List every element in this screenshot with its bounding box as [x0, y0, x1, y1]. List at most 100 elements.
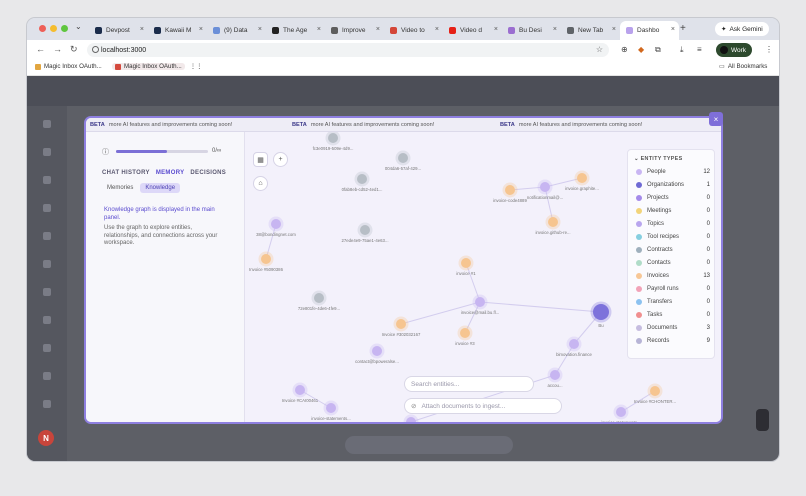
- tab-close-icon[interactable]: ×: [376, 26, 380, 33]
- graph-node[interactable]: 004da6-57af-429...: [385, 150, 421, 172]
- all-bookmarks[interactable]: ▭ All Bookmarks: [719, 63, 767, 70]
- graph-node[interactable]: contact@bpoweralse...: [355, 343, 399, 365]
- zoom-in-icon[interactable]: +: [273, 152, 288, 167]
- reload-icon[interactable]: ↻: [70, 44, 78, 55]
- site-info-icon[interactable]: [92, 46, 99, 53]
- graph-node[interactable]: invoice@mail.bu.fl...: [461, 294, 500, 316]
- tab-close-icon[interactable]: ×: [435, 26, 439, 33]
- menu-kebab-icon[interactable]: ⋮: [765, 45, 773, 54]
- legend-item[interactable]: Invoices 13: [636, 271, 710, 281]
- tab-close-icon[interactable]: ×: [671, 26, 675, 33]
- browser-tab[interactable]: Kawaii M ×: [148, 21, 207, 40]
- layout-icon[interactable]: ▦: [253, 152, 268, 167]
- graph-node-dot[interactable]: [460, 328, 470, 338]
- legend-item[interactable]: Topics 0: [636, 219, 710, 229]
- graph-node-dot[interactable]: [357, 174, 367, 184]
- maximize-window-button[interactable]: [61, 25, 68, 32]
- search-entities-input[interactable]: Search entities...: [404, 376, 534, 392]
- send-button[interactable]: [756, 409, 769, 431]
- legend-item[interactable]: Tool recipes 0: [636, 232, 710, 242]
- graph-node[interactable]: bimovation.finance: [556, 336, 593, 358]
- forward-icon[interactable]: →: [53, 44, 62, 54]
- ask-gemini-button[interactable]: ✦ Ask Gemini: [715, 22, 769, 36]
- browser-tab[interactable]: New Tab ×: [561, 21, 620, 40]
- graph-node[interactable]: invoice #3: [455, 325, 475, 347]
- legend-item[interactable]: People 12: [636, 167, 710, 177]
- legend-item[interactable]: Payroll runs 0: [636, 284, 710, 294]
- legend-item[interactable]: Documents 3: [636, 323, 710, 333]
- graph-node[interactable]: Invoice #5090386: [249, 251, 284, 273]
- legend-item[interactable]: Organizations 1: [636, 180, 710, 190]
- user-avatar[interactable]: N: [38, 430, 54, 446]
- graph-node-dot[interactable]: [505, 185, 515, 195]
- tab-close-icon[interactable]: ×: [140, 26, 144, 33]
- minimize-window-button[interactable]: [50, 25, 57, 32]
- browser-tab[interactable]: Video to ×: [384, 21, 443, 40]
- graph-node-dot[interactable]: [398, 153, 408, 163]
- graph-node-dot[interactable]: [314, 293, 324, 303]
- legend-item[interactable]: Projects 0: [636, 193, 710, 203]
- graph-node-dot[interactable]: [475, 297, 485, 307]
- graph-node[interactable]: Invoice #CAI00461: [282, 382, 319, 404]
- graph-node-dot[interactable]: [326, 403, 336, 413]
- legend-item[interactable]: Meetings 0: [636, 206, 710, 216]
- browser-tab[interactable]: Devpost ×: [89, 21, 148, 40]
- attach-documents-input[interactable]: ⊘ Attach documents to ingest...: [404, 398, 562, 414]
- tab-search-icon[interactable]: ⌄: [75, 22, 82, 31]
- browser-tab[interactable]: Dashbo ×: [620, 21, 679, 40]
- segment-knowledge[interactable]: Knowledge: [140, 183, 181, 193]
- browser-tab[interactable]: Improve ×: [325, 21, 384, 40]
- graph-node-dot[interactable]: [616, 407, 626, 417]
- tab-close-icon[interactable]: ×: [612, 26, 616, 33]
- tab-close-icon[interactable]: ×: [317, 26, 321, 33]
- new-tab-button[interactable]: +: [680, 23, 686, 34]
- graph-node[interactable]: invoice: Hello 808...: [392, 414, 430, 423]
- graph-node[interactable]: invoice-statements...: [311, 400, 351, 422]
- extension-fox-icon[interactable]: ◆: [638, 45, 644, 54]
- graph-node-dot[interactable]: [550, 370, 560, 380]
- apps-grid-icon[interactable]: ⋮⋮: [190, 63, 202, 70]
- bookmark-item[interactable]: Magic Inbox OAuth...: [35, 63, 102, 70]
- graph-node[interactable]: 72e801fe-4de6-4fe9...: [298, 290, 340, 312]
- bookmark-item[interactable]: Magic Inbox OAuth...: [112, 63, 185, 70]
- extension-icon[interactable]: ⊕: [621, 45, 628, 54]
- legend-title[interactable]: ⌄ ENTITY TYPES: [634, 156, 682, 162]
- tab-decisions[interactable]: DECISIONS: [190, 170, 226, 176]
- graph-node-dot[interactable]: [569, 339, 579, 349]
- browser-tab[interactable]: The Age ×: [266, 21, 325, 40]
- graph-node[interactable]: accou...: [547, 367, 563, 389]
- graph-node[interactable]: Bu: [590, 301, 612, 329]
- legend-item[interactable]: Records 9: [636, 336, 710, 346]
- graph-node-dot[interactable]: [328, 133, 338, 143]
- graph-node[interactable]: 38@bondingnet.com: [256, 216, 296, 238]
- graph-node-dot[interactable]: [295, 385, 305, 395]
- media-icon[interactable]: ≡: [697, 45, 702, 54]
- extensions-puzzle-icon[interactable]: ⧉: [655, 45, 661, 55]
- address-bar[interactable]: localhost:3000 ☆: [87, 43, 609, 57]
- graph-node-dot[interactable]: [548, 217, 558, 227]
- close-modal-button[interactable]: ×: [709, 112, 723, 126]
- back-icon[interactable]: ←: [36, 44, 45, 54]
- download-icon[interactable]: ⤓: [680, 45, 684, 55]
- graph-node-dot[interactable]: [372, 346, 382, 356]
- tab-chat-history[interactable]: CHAT HISTORY: [102, 170, 150, 176]
- graph-node[interactable]: invoice.statements...: [601, 404, 641, 423]
- legend-item[interactable]: Contacts 0: [636, 258, 710, 268]
- graph-node-dot[interactable]: [577, 173, 587, 183]
- bookmark-star-icon[interactable]: ☆: [596, 45, 603, 54]
- graph-node-dot[interactable]: [593, 304, 609, 320]
- tab-close-icon[interactable]: ×: [553, 26, 557, 33]
- tab-close-icon[interactable]: ×: [258, 26, 262, 33]
- legend-item[interactable]: Tasks 0: [636, 310, 710, 320]
- segment-memories[interactable]: Memories: [102, 183, 138, 193]
- graph-node[interactable]: invoice.github-re...: [535, 214, 571, 236]
- profile-button[interactable]: Work: [716, 43, 753, 57]
- fit-view-icon[interactable]: ⌂: [253, 176, 268, 191]
- graph-node-dot[interactable]: [461, 258, 471, 268]
- graph-node-dot[interactable]: [271, 219, 281, 229]
- graph-node-dot[interactable]: [360, 225, 370, 235]
- graph-node-dot[interactable]: [261, 254, 271, 264]
- tab-close-icon[interactable]: ×: [494, 26, 498, 33]
- graph-node[interactable]: fc3e0919-509e-4d9...: [313, 132, 354, 151]
- graph-node[interactable]: notificationmail@...: [527, 179, 563, 201]
